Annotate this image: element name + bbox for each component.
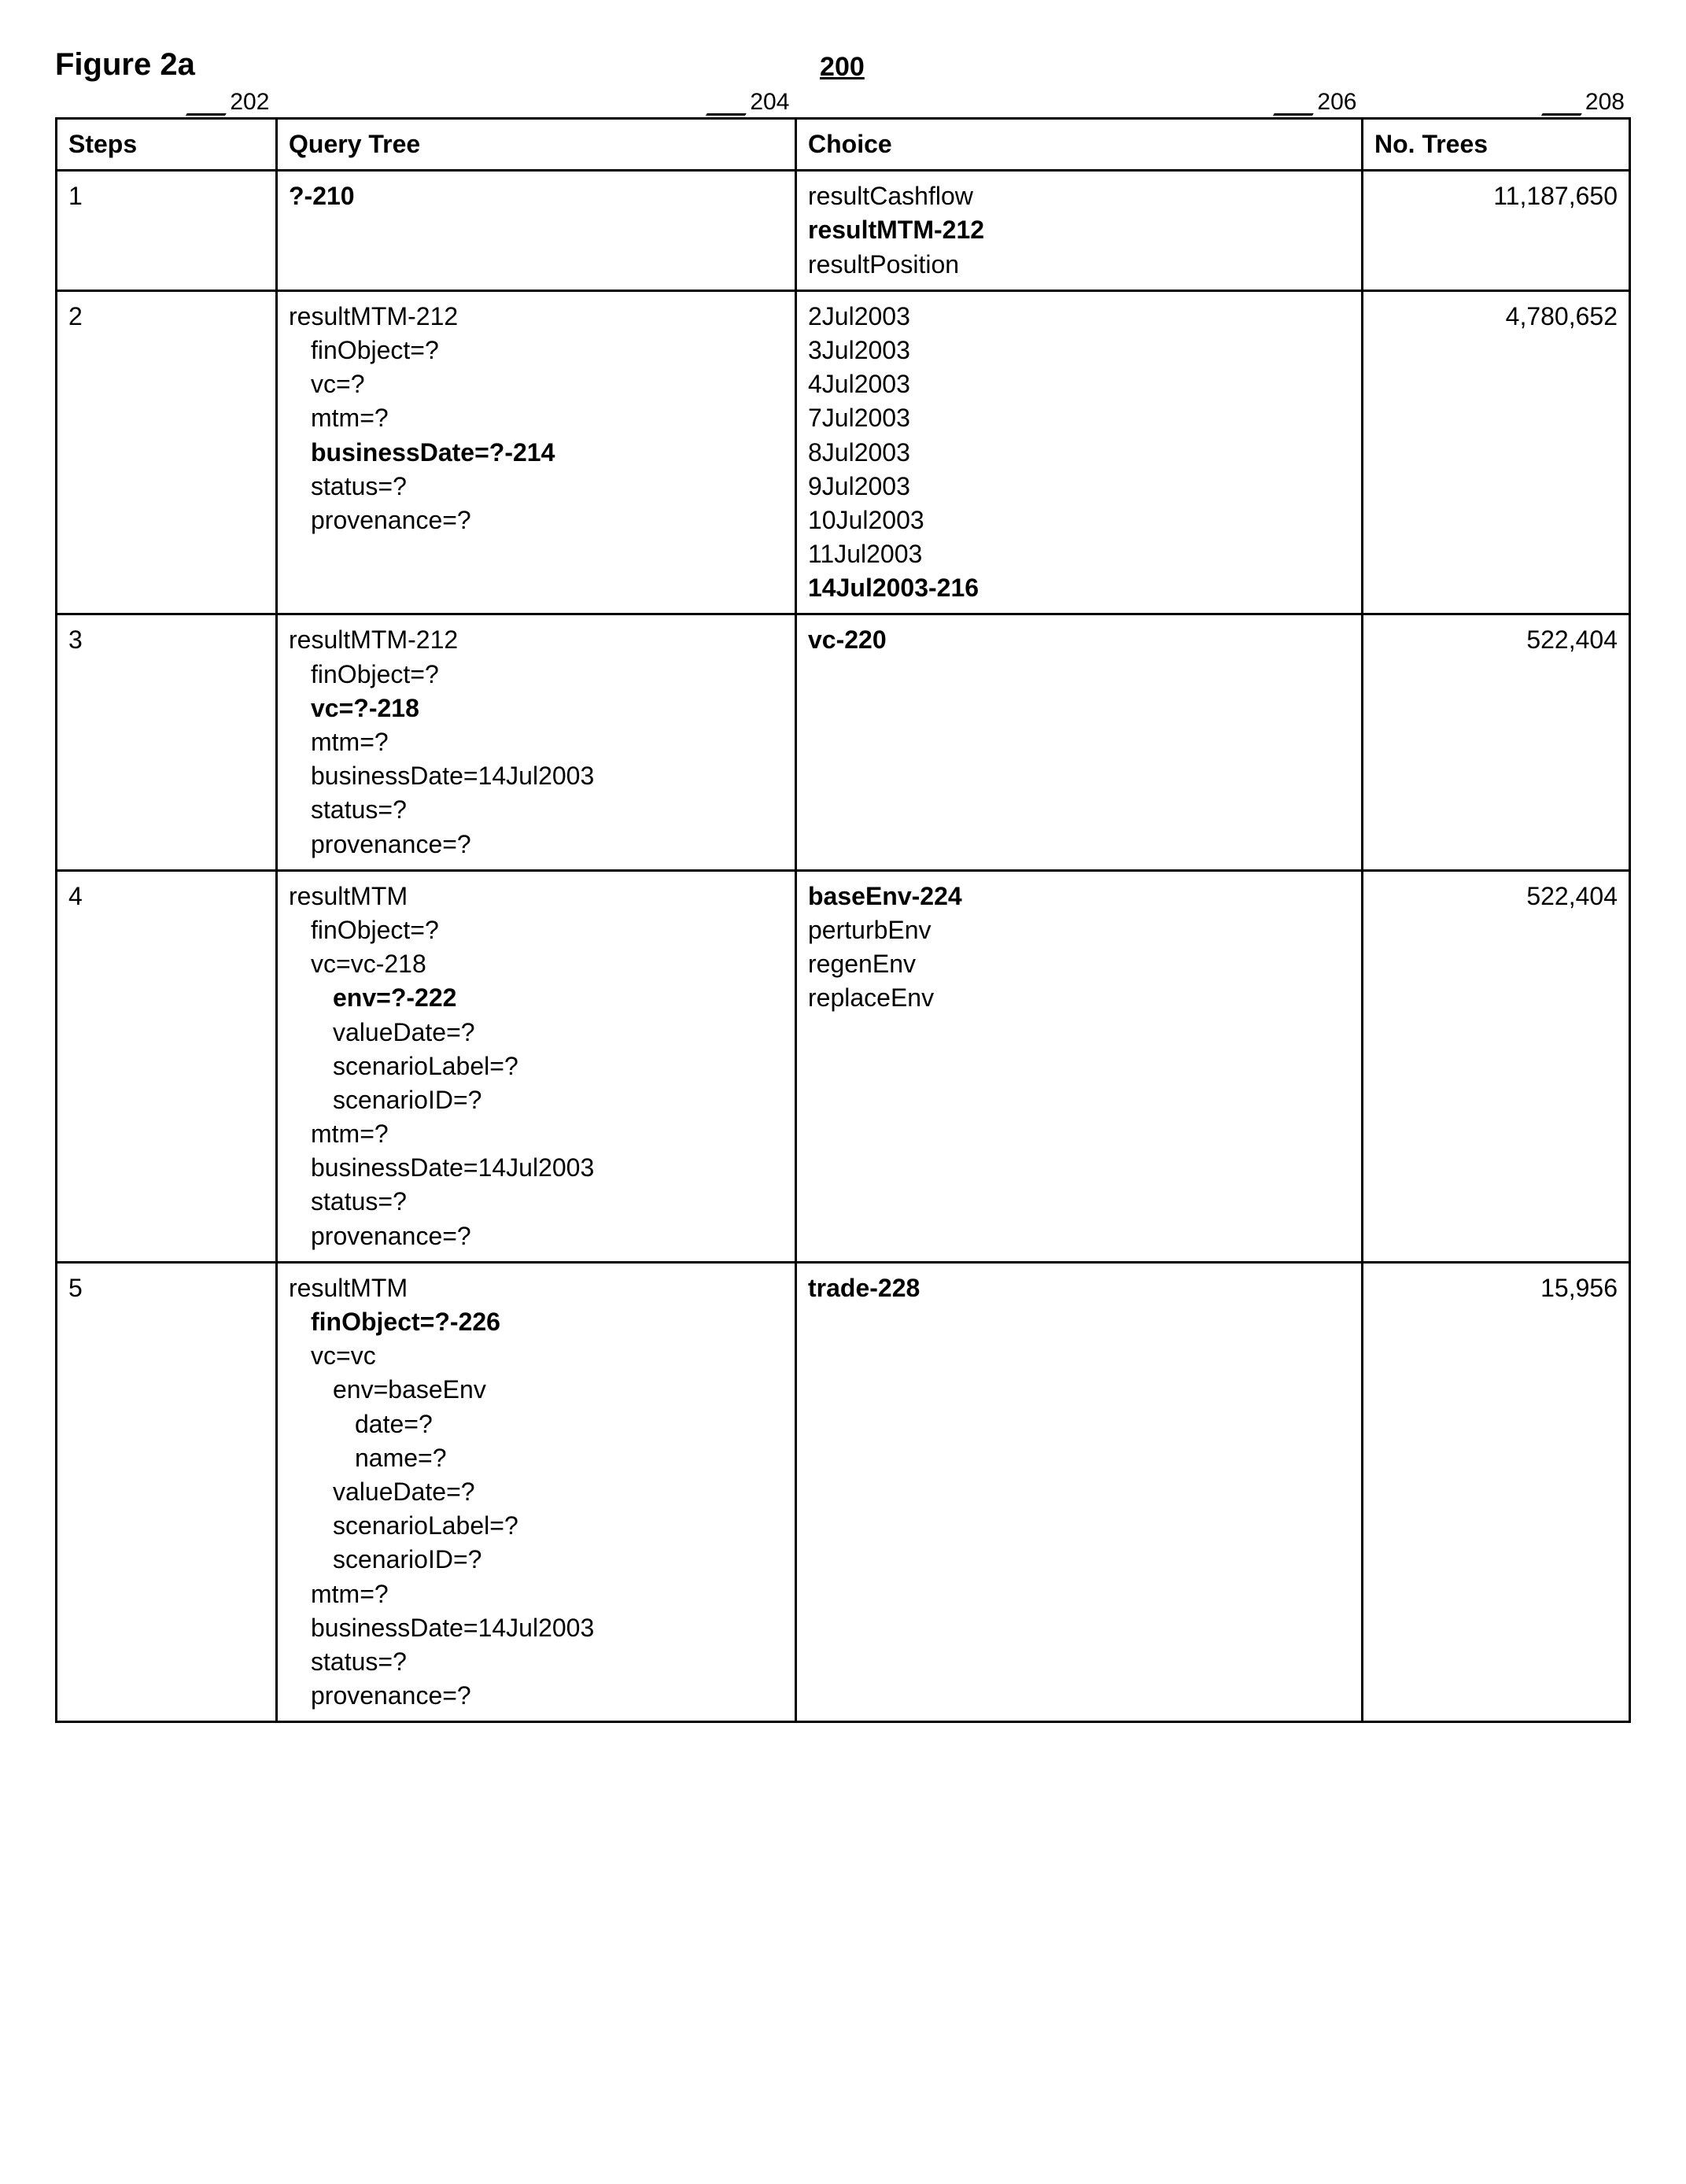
cell-query-tree: ?-210 (277, 171, 796, 291)
text-line: scenarioLabel=? (289, 1050, 784, 1083)
text-line: finObject=? (289, 658, 784, 692)
text-line: businessDate=14Jul2003 (289, 759, 784, 793)
text-line: mtm=? (289, 1117, 784, 1151)
tick-icon (186, 98, 235, 116)
text-line: resultMTM-212 (289, 300, 784, 334)
text-line: vc=?-218 (289, 692, 784, 725)
figure-title: Figure 2a (55, 47, 195, 83)
col-ref-query: 204 (750, 89, 789, 116)
tick-icon (1273, 98, 1323, 116)
cell-step: 5 (57, 1262, 277, 1721)
table-row: 1 ?-210 resultCashflowresultMTM-212resultP… (57, 171, 1630, 291)
text-line: scenarioID=? (289, 1543, 784, 1577)
query-steps-table: Steps Query Tree Choice No. Trees 1 ?-210… (55, 117, 1631, 1723)
cell-no-trees: 15,956 (1363, 1262, 1630, 1721)
text-line: baseEnv-224 (808, 880, 1350, 913)
text-line: 11Jul2003 (808, 537, 1350, 571)
text-line: replaceEnv (808, 981, 1350, 1015)
text-line: mtm=? (289, 1577, 784, 1611)
text-line: 3Jul2003 (808, 334, 1350, 367)
text-line: finObject=? (289, 913, 784, 947)
text-line: 2Jul2003 (808, 300, 1350, 334)
text-line: valueDate=? (289, 1016, 784, 1050)
cell-step: 2 (57, 290, 277, 614)
text-line: ?-210 (289, 179, 784, 213)
text-line: vc=vc (289, 1339, 784, 1373)
text-line: perturbEnv (808, 913, 1350, 947)
table-row: 2resultMTM-212finObject=?vc=?mtm=?busine… (57, 290, 1630, 614)
text-line: status=? (289, 1645, 784, 1679)
text-line: env=baseEnv (289, 1373, 784, 1407)
text-line: 10Jul2003 (808, 504, 1350, 537)
text-line: scenarioLabel=? (289, 1509, 784, 1543)
text-line: name=? (289, 1441, 784, 1475)
text-line: vc=? (289, 367, 784, 401)
text-line: businessDate=?-214 (289, 436, 784, 470)
text-line: businessDate=14Jul2003 (289, 1611, 784, 1645)
column-reference-labels: 202 204 206 208 (55, 89, 1631, 116)
text-line: status=? (289, 1185, 784, 1219)
text-line: date=? (289, 1407, 784, 1441)
table-row: 5resultMTMfinObject=?-226vc=vcenv=baseEn… (57, 1262, 1630, 1721)
text-line: businessDate=14Jul2003 (289, 1151, 784, 1185)
text-line: provenance=? (289, 828, 784, 861)
cell-step: 3 (57, 614, 277, 870)
tick-icon (1541, 98, 1591, 116)
text-line: resultMTM-212 (808, 213, 1350, 247)
cell-step: 1 (57, 171, 277, 291)
figure-number: 200 (820, 52, 865, 83)
text-line: vc-220 (808, 623, 1350, 657)
cell-no-trees: 4,780,652 (1363, 290, 1630, 614)
text-line: mtm=? (289, 725, 784, 759)
cell-choice: vc-220 (796, 614, 1363, 870)
cell-query-tree: resultMTMfinObject=?vc=vc-218env=?-222va… (277, 870, 796, 1262)
col-ref-trees: 208 (1585, 89, 1625, 116)
text-line: resultCashflow (808, 179, 1350, 213)
table-row: 4resultMTMfinObject=?vc=vc-218env=?-222v… (57, 870, 1630, 1262)
col-ref-choice: 206 (1317, 89, 1356, 116)
cell-step: 4 (57, 870, 277, 1262)
text-line: mtm=? (289, 401, 784, 435)
text-line: provenance=? (289, 504, 784, 537)
text-line: env=?-222 (289, 981, 784, 1015)
text-line: status=? (289, 470, 784, 504)
text-line: finObject=? (289, 334, 784, 367)
cell-choice: 2Jul20033Jul20034Jul20037Jul20038Jul2003… (796, 290, 1363, 614)
text-line: status=? (289, 793, 784, 827)
header-steps: Steps (57, 119, 277, 171)
text-line: 14Jul2003-216 (808, 571, 1350, 605)
text-line: resultMTM-212 (289, 623, 784, 657)
cell-choice: trade-228 (796, 1262, 1363, 1721)
text-line: vc=vc-218 (289, 947, 784, 981)
table-row: 3resultMTM-212finObject=?vc=?-218mtm=?bu… (57, 614, 1630, 870)
text-line: 7Jul2003 (808, 401, 1350, 435)
text-line: provenance=? (289, 1679, 784, 1713)
header-choice: Choice (796, 119, 1363, 171)
text-line: scenarioID=? (289, 1083, 784, 1117)
text-line: finObject=?-226 (289, 1305, 784, 1339)
tick-icon (706, 98, 755, 116)
cell-no-trees: 11,187,650 (1363, 171, 1630, 291)
col-ref-steps: 202 (230, 89, 269, 116)
text-line: resultMTM (289, 880, 784, 913)
text-line: resultPosition (808, 248, 1350, 282)
text-line: 9Jul2003 (808, 470, 1350, 504)
text-line: 4Jul2003 (808, 367, 1350, 401)
cell-query-tree: resultMTM-212finObject=?vc=?-218mtm=?bus… (277, 614, 796, 870)
header-trees: No. Trees (1363, 119, 1630, 171)
text-line: resultMTM (289, 1271, 784, 1305)
cell-no-trees: 522,404 (1363, 614, 1630, 870)
text-line: trade-228 (808, 1271, 1350, 1305)
cell-query-tree: resultMTM-212finObject=?vc=?mtm=?busines… (277, 290, 796, 614)
header-query: Query Tree (277, 119, 796, 171)
cell-choice: resultCashflowresultMTM-212resultPositio… (796, 171, 1363, 291)
cell-query-tree: resultMTMfinObject=?-226vc=vcenv=baseEnv… (277, 1262, 796, 1721)
cell-no-trees: 522,404 (1363, 870, 1630, 1262)
text-line: valueDate=? (289, 1475, 784, 1509)
text-line: provenance=? (289, 1219, 784, 1253)
text-line: regenEnv (808, 947, 1350, 981)
cell-choice: baseEnv-224perturbEnvregenEnvreplaceEnv (796, 870, 1363, 1262)
text-line: 8Jul2003 (808, 436, 1350, 470)
